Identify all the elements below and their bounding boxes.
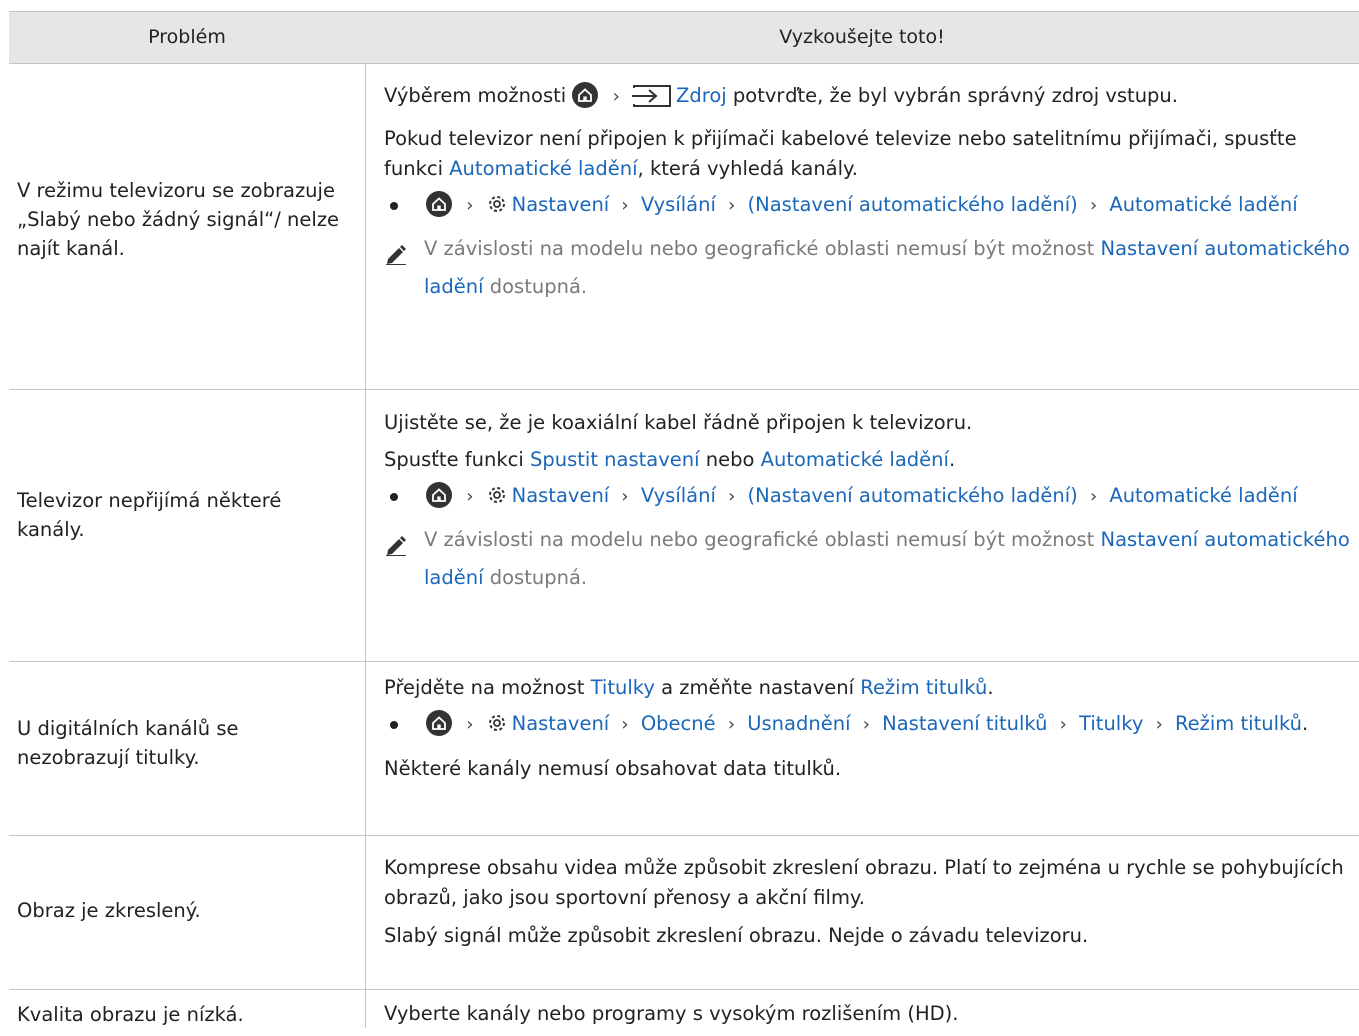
text: a změňte nastavení [661,676,855,699]
link-automatic-tuning[interactable]: Automatické ladění [761,448,949,471]
path-item[interactable]: Titulky [1079,712,1143,735]
note: V závislosti na modelu nebo geografické … [384,230,1354,306]
chevron-right-icon: › [1089,486,1098,507]
menu-path: › Nastavení › Vysílání › (Nastavení auto… [384,191,1354,223]
pencil-note-icon [384,240,408,278]
solution-paragraph: Přejděte na možnost Titulky a změňte nas… [384,673,1354,703]
solution-paragraph: Spusťte funkci Spustit nastavení nebo Au… [384,445,1354,475]
home-icon [426,191,452,217]
table-header: Problém Vyzkoušejte toto! [9,11,1359,64]
path-item[interactable]: Nastavení [512,712,610,735]
chevron-right-icon: › [621,195,629,216]
link-start-setup[interactable]: Spustit nastavení [530,448,700,471]
note: V závislosti na modelu nebo geografické … [384,521,1354,597]
solution-paragraph: Komprese obsahu videa může způsobit zkre… [384,856,1344,909]
path-item[interactable]: Nastavení [512,193,610,216]
path-item[interactable]: Usnadnění [747,712,850,735]
bullet [390,721,398,729]
path-item[interactable]: Automatické ladění [1109,193,1297,216]
header-problem: Problém [148,26,226,48]
path-item[interactable]: (Nastavení automatického ladění) [748,484,1078,507]
note-text: V závislosti na modelu nebo geografické … [424,237,1095,260]
link-zdroj[interactable]: Zdroj [676,84,727,107]
home-icon [426,482,452,508]
table-row: Televizor nepřijímá některé kanály. Ujis… [9,390,1359,662]
table-row: U digitálních kanálů se nezobrazují titu… [9,662,1359,836]
source-icon [632,84,672,117]
solution-paragraph: Pokud televizor není připojen k přijímač… [384,124,1354,184]
solution-paragraph: Ujistěte se, že je koaxiální kabel řádně… [384,411,973,434]
text: Spusťte funkci [384,448,524,471]
note-text: V závislosti na modelu nebo geografické … [424,528,1095,551]
problem-cell: Obraz je zkreslený. [17,899,201,922]
problem-cell: U digitálních kanálů se nezobrazují titu… [17,717,239,769]
text: , která vyhledá kanály. [637,157,859,180]
table-row: Obraz je zkreslený. Komprese obsahu vide… [9,836,1359,990]
solution-paragraph: Výběrem možnosti › Zdroj potvrďte, že by… [384,81,1354,117]
chevron-right-icon: › [1155,714,1163,735]
link-subtitles[interactable]: Titulky [591,676,655,699]
note-text: dostupná. [489,275,588,298]
chevron-right-icon: › [466,714,474,735]
problem-cell: Televizor nepřijímá některé kanály. [17,489,282,541]
text: nebo [705,448,755,471]
note-text: dostupná. [489,566,588,589]
text: . [987,676,994,699]
chevron-right-icon: › [466,195,474,216]
solution-paragraph: Vyberte kanály nebo programy s vysokým r… [384,1002,959,1025]
home-icon [572,82,599,108]
table-row: V režimu televizoru se zobrazuje „Slabý … [9,64,1359,390]
link-automatic-tuning[interactable]: Automatické ladění [449,157,637,180]
bullet [390,202,398,210]
text: . [1302,712,1309,735]
link-subtitle-mode[interactable]: Režim titulků [860,676,987,699]
text: Výběrem možnosti [384,84,567,107]
problem-cell: Kvalita obrazu je nízká. [17,1003,244,1026]
path-item[interactable]: Vysílání [641,193,716,216]
chevron-right-icon: › [727,714,736,735]
solution-paragraph: Některé kanály nemusí obsahovat data tit… [384,757,842,780]
text: Přejděte na možnost [384,676,585,699]
solution-cell: Výběrem možnosti › Zdroj potvrďte, že by… [384,81,1354,306]
chevron-right-icon: › [728,486,736,507]
chevron-right-icon: › [728,195,736,216]
menu-path: › Nastavení › Vysílání › (Nastavení auto… [384,482,1354,514]
chevron-right-icon: › [862,714,870,735]
solution-cell: Přejděte na možnost Titulky a změňte nas… [384,673,1354,791]
path-item[interactable]: Obecné [641,712,716,735]
solution-paragraph: Slabý signál může způsobit zkreslení obr… [384,924,1089,947]
chevron-right-icon: › [612,86,620,107]
pencil-note-icon [384,531,408,569]
path-item[interactable]: Nastavení [512,484,610,507]
menu-path: › Nastavení › Obecné › Usnadnění › Nasta… [384,710,1354,742]
gear-icon [486,484,508,514]
chevron-right-icon: › [621,714,629,735]
solution-cell: Komprese obsahu videa může způsobit zkre… [384,853,1354,958]
chevron-right-icon: › [1089,195,1098,216]
solution-cell: Vyberte kanály nebo programy s vysokým r… [384,999,1354,1036]
bullet [390,493,398,501]
solution-cell: Ujistěte se, že je koaxiální kabel řádně… [384,408,1354,597]
path-item[interactable]: (Nastavení automatického ladění) [748,193,1078,216]
chevron-right-icon: › [466,486,474,507]
path-item[interactable]: Nastavení titulků [882,712,1047,735]
path-item[interactable]: Režim titulků [1175,712,1302,735]
text: potvrďte, že byl vybrán správný zdroj vs… [732,84,1178,107]
problem-cell: V režimu televizoru se zobrazuje „Slabý … [17,179,340,260]
home-icon [426,710,452,736]
gear-icon [486,193,508,223]
chevron-right-icon: › [1059,714,1067,735]
chevron-right-icon: › [621,486,629,507]
text: . [948,448,956,471]
path-item[interactable]: Vysílání [641,484,716,507]
path-item[interactable]: Automatické ladění [1109,484,1297,507]
header-solution: Vyzkoušejte toto! [779,26,945,48]
table-row: Kvalita obrazu je nízká. Vyberte kanály … [9,990,1359,1028]
gear-icon [486,712,508,742]
